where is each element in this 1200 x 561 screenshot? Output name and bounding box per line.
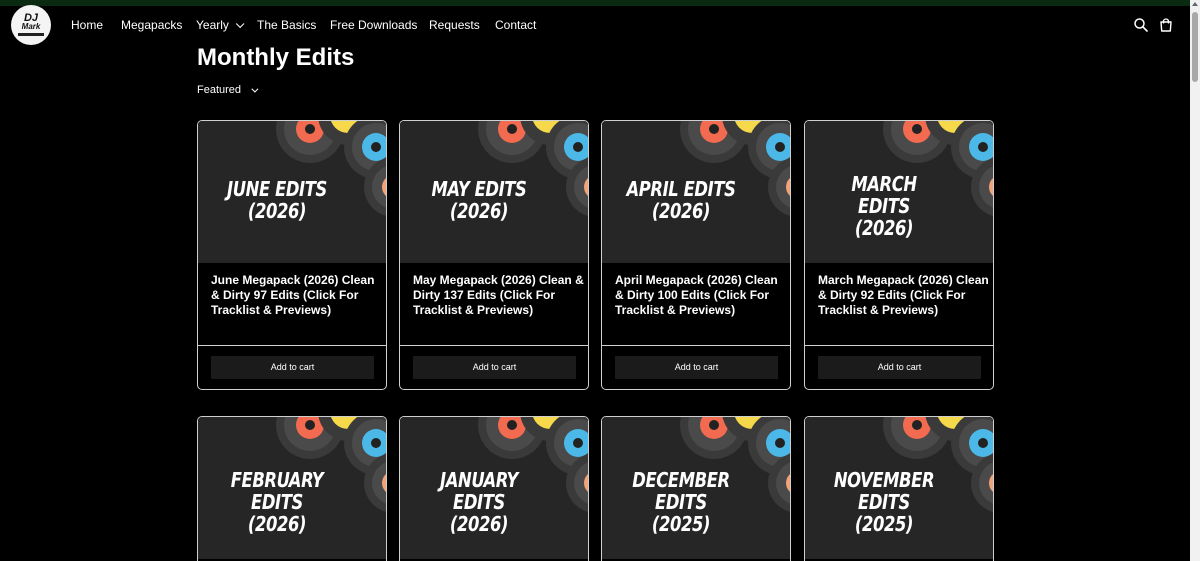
product-image-text: MARCH EDITS (2026) [851, 172, 917, 240]
add-to-cart-button[interactable]: Add to cart [413, 356, 576, 379]
scrollbar-thumb[interactable] [1192, 12, 1198, 82]
chevron-down-icon [251, 85, 259, 93]
add-to-cart-button[interactable]: Add to cart [615, 356, 778, 379]
product-image-text: MAY EDITS (2026) [431, 177, 527, 223]
card-divider [602, 345, 790, 346]
product-image[interactable]: JANUARY EDITS (2026) [400, 417, 588, 559]
product-image[interactable]: FEBRUARY EDITS (2026) [198, 417, 386, 559]
product-title[interactable]: May Megapack (2026) Clean & Dirty 137 Ed… [413, 273, 585, 318]
nav-home[interactable]: Home [71, 16, 103, 34]
product-image-text: JUNE EDITS (2026) [227, 177, 327, 223]
product-image[interactable]: MARCH EDITS (2026) [805, 121, 993, 263]
top-accent-bar [0, 0, 1200, 6]
page-scrollbar[interactable] [1190, 0, 1200, 561]
product-image-text: FEBRUARY EDITS (2026) [230, 468, 324, 536]
nav-yearly-label: Yearly [196, 18, 229, 32]
nav-free-downloads[interactable]: Free Downloads [330, 16, 417, 34]
product-title[interactable]: June Megapack (2026) Clean & Dirty 97 Ed… [211, 273, 383, 318]
card-divider [198, 345, 386, 346]
product-title[interactable]: April Megapack (2026) Clean & Dirty 100 … [615, 273, 787, 318]
product-image-text: JANUARY EDITS (2026) [440, 468, 518, 536]
product-image-text: APRIL EDITS (2026) [626, 177, 736, 223]
product-card: NOVEMBER EDITS (2025) [804, 416, 994, 561]
product-image[interactable]: NOVEMBER EDITS (2025) [805, 417, 993, 559]
sort-dropdown[interactable]: Featured [197, 84, 259, 96]
product-image[interactable]: JUNE EDITS (2026) [198, 121, 386, 263]
nav-the-basics[interactable]: The Basics [257, 16, 316, 34]
nav-contact[interactable]: Contact [495, 16, 536, 34]
main-nav: Home Megapacks Yearly The Basics Free Do… [0, 16, 1200, 34]
product-image-text: NOVEMBER EDITS (2025) [833, 468, 935, 536]
card-divider [400, 345, 588, 346]
product-image[interactable]: APRIL EDITS (2026) [602, 121, 790, 263]
chevron-down-icon [235, 19, 245, 29]
product-card: JANUARY EDITS (2026) [399, 416, 589, 561]
product-card: APRIL EDITS (2026) April Megapack (2026) … [601, 120, 791, 390]
scroll-up-arrow-icon[interactable] [1192, 2, 1198, 6]
product-card: JUNE EDITS (2026) June Megapack (2026) Cl… [197, 120, 387, 390]
product-image-text: DECEMBER EDITS (2025) [632, 468, 730, 536]
sort-label: Featured [197, 84, 242, 96]
product-card: MAY EDITS (2026) May Megapack (2026) Clea… [399, 120, 589, 390]
cart-icon[interactable] [1158, 17, 1174, 33]
product-image[interactable]: DECEMBER EDITS (2025) [602, 417, 790, 559]
product-card: FEBRUARY EDITS (2026) [197, 416, 387, 561]
product-card: DECEMBER EDITS (2025) [601, 416, 791, 561]
page-title: Monthly Edits [197, 44, 355, 71]
product-image[interactable]: MAY EDITS (2026) [400, 121, 588, 263]
search-icon[interactable] [1133, 17, 1149, 33]
add-to-cart-button[interactable]: Add to cart [211, 356, 374, 379]
nav-requests[interactable]: Requests [429, 16, 480, 34]
add-to-cart-button[interactable]: Add to cart [818, 356, 981, 379]
product-title[interactable]: March Megapack (2026) Clean & Dirty 92 E… [818, 273, 990, 318]
nav-megapacks[interactable]: Megapacks [121, 16, 182, 34]
product-card: MARCH EDITS (2026) March Megapack (2026) C… [804, 120, 994, 390]
card-divider [805, 345, 993, 346]
nav-yearly[interactable]: Yearly [196, 16, 245, 34]
